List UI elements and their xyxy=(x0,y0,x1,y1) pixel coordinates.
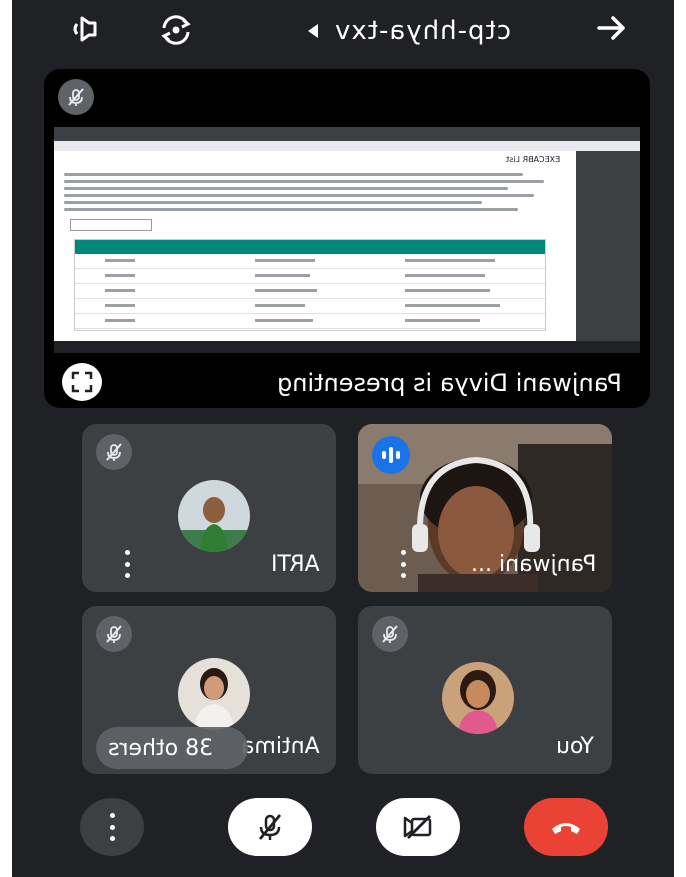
more-options-icon[interactable] xyxy=(400,550,406,578)
search-box xyxy=(70,219,152,231)
top-bar: ctp-hhya-txv xyxy=(12,0,674,64)
meeting-code[interactable]: ctp-hhya-txv xyxy=(334,16,511,46)
meeting-info-caret-icon[interactable] xyxy=(308,24,318,38)
camera-button[interactable] xyxy=(376,798,460,856)
microphone-button[interactable] xyxy=(228,798,312,856)
shared-table xyxy=(74,239,546,331)
presentation-card[interactable]: EXECABR List Panjwani Divya is presentin… xyxy=(44,69,650,408)
shared-page-content: EXECABR List xyxy=(54,151,576,341)
end-call-button[interactable] xyxy=(524,798,608,856)
mic-off-icon xyxy=(258,814,282,840)
arrow-icon[interactable] xyxy=(592,14,632,50)
more-options-button[interactable] xyxy=(80,798,144,856)
browser-tab-bar xyxy=(54,127,640,141)
mic-off-icon xyxy=(372,616,408,652)
participant-tile-panjwani[interactable]: Panjwani ... xyxy=(358,424,612,592)
speaker-icon[interactable] xyxy=(64,14,104,50)
switch-camera-icon[interactable] xyxy=(156,14,196,50)
avatar xyxy=(178,480,250,552)
participant-name: ARTI xyxy=(271,552,320,577)
avatar xyxy=(178,658,250,730)
phone-hangup-icon xyxy=(552,823,580,834)
fullscreen-icon xyxy=(71,371,93,393)
avatar xyxy=(442,662,514,734)
participant-tile-you[interactable]: You xyxy=(358,606,612,774)
participant-name: Panjwani ... xyxy=(470,552,596,577)
fullscreen-button[interactable] xyxy=(62,363,102,401)
camera-off-icon xyxy=(403,815,432,839)
mic-off-icon xyxy=(96,434,132,470)
shared-screen: EXECABR List xyxy=(54,127,640,353)
presenting-label: Panjwani Divya is presenting xyxy=(277,369,622,397)
shared-page-heading: EXECABR List xyxy=(505,155,560,164)
participant-name: You xyxy=(556,734,594,759)
mic-off-icon xyxy=(58,79,94,115)
more-options-icon xyxy=(109,813,115,841)
meet-app-screen: ctp-hhya-txv EXECABR List Panjwani Divya… xyxy=(12,0,674,877)
participant-tile-arti[interactable]: ARTI xyxy=(82,424,336,592)
more-options-icon[interactable] xyxy=(124,550,130,578)
shared-page-sidebar xyxy=(576,151,640,341)
others-count[interactable]: 38 others xyxy=(108,736,213,761)
participant-name: Antima xyxy=(241,734,320,759)
speaking-indicator-icon xyxy=(372,436,410,474)
mic-off-icon xyxy=(96,616,132,652)
shared-taskbar xyxy=(54,341,640,353)
